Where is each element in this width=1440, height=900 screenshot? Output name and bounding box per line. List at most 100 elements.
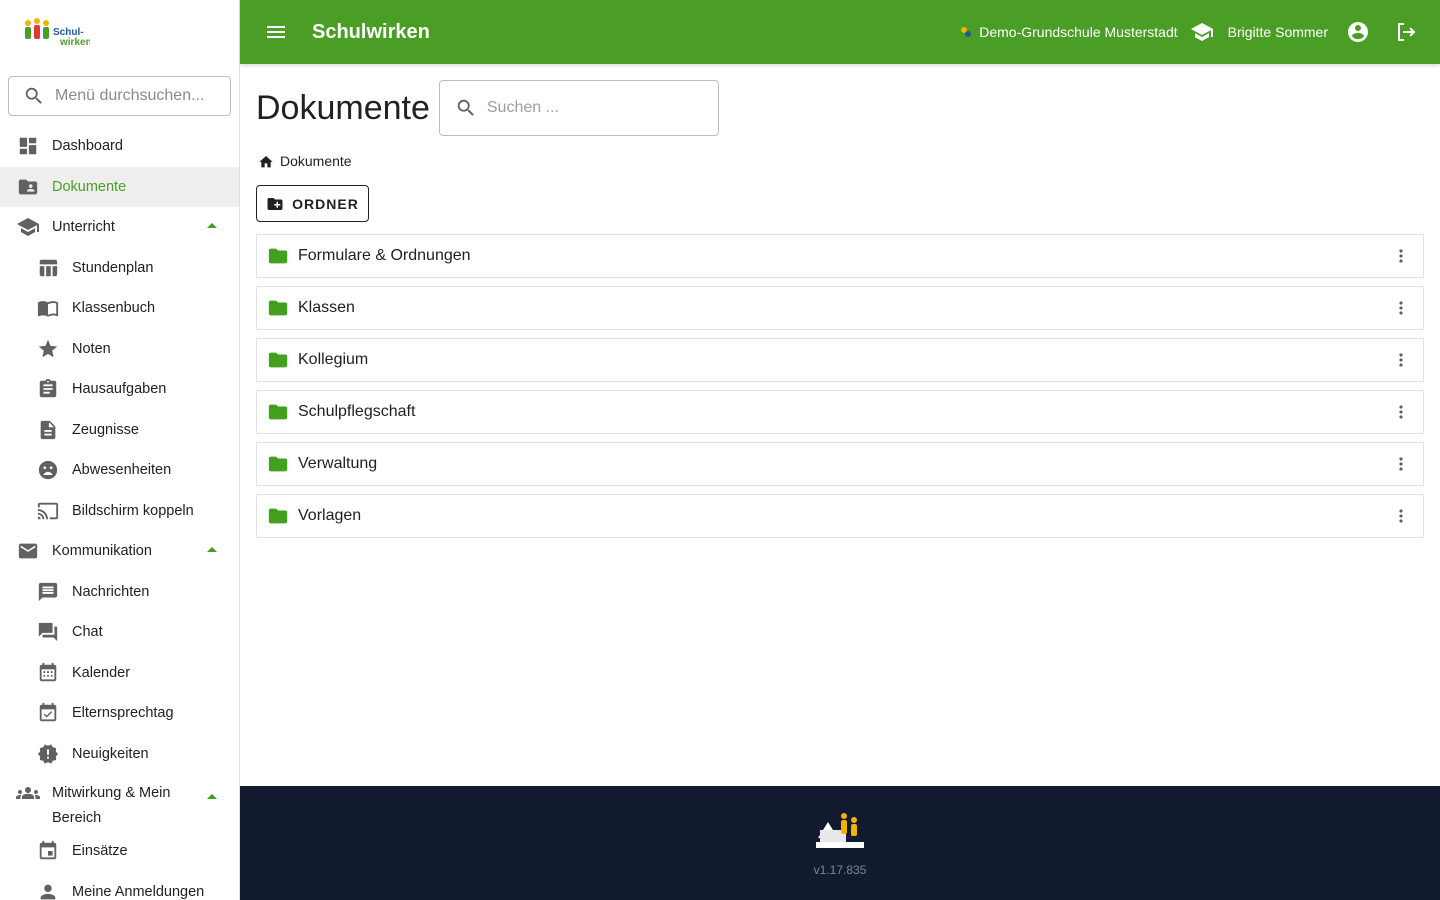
more-vert-icon[interactable] (1389, 400, 1413, 424)
nav-dokumente[interactable]: Dokumente (0, 166, 239, 207)
nav-kalender[interactable]: Kalender (0, 653, 239, 694)
nav-chat[interactable]: Chat (0, 612, 239, 653)
folder-item[interactable]: Verwaltung (256, 442, 1424, 486)
collapse-caret-icon[interactable] (207, 794, 217, 799)
nav-meine-anmeldungen[interactable]: Meine Anmeldungen (0, 872, 239, 900)
more-vert-icon[interactable] (1389, 504, 1413, 528)
logout-icon[interactable] (1394, 20, 1418, 44)
collapse-caret-icon[interactable] (207, 223, 217, 229)
folder-icon (267, 297, 289, 319)
message-icon (36, 580, 60, 604)
nav-hausaufgaben[interactable]: Hausaufgaben (0, 369, 239, 410)
nav-label: Einsätze (72, 843, 128, 860)
menu-icon[interactable] (264, 20, 288, 44)
nav-label: Abwesenheiten (72, 462, 172, 479)
nav-label: Unterricht (52, 219, 115, 236)
more-vert-icon[interactable] (1389, 452, 1413, 476)
folder-item[interactable]: Klassen (256, 286, 1424, 330)
forum-icon (36, 620, 60, 644)
nav-label: Klassenbuch (72, 300, 156, 317)
breadcrumb: Dokumente (258, 153, 352, 169)
new-releases-icon (36, 742, 60, 766)
dashboard-icon (16, 134, 40, 158)
folder-icon (267, 453, 289, 475)
nav-klassenbuch[interactable]: Klassenbuch (0, 288, 239, 329)
more-vert-icon[interactable] (1389, 348, 1413, 372)
folder-name: Kollegium (298, 351, 369, 368)
document-search-input[interactable] (486, 99, 707, 117)
folder-item[interactable]: Vorlagen (256, 494, 1424, 538)
event-available-icon (36, 701, 60, 725)
menu-search[interactable] (8, 76, 231, 116)
footer-logo (816, 813, 864, 848)
top-app-bar: Schulwirken Demo-Grundschule Musterstadt… (240, 0, 1440, 64)
document-search[interactable] (438, 80, 719, 136)
nav-label: Kommunikation (52, 543, 152, 560)
nav-abwesenheiten[interactable]: Abwesenheiten (0, 450, 239, 491)
main-content: Dokumente Dokumente ORDNER Formulare & O… (240, 64, 1440, 786)
search-icon (25, 87, 42, 104)
school-icon (16, 215, 40, 239)
calendar-icon (36, 661, 60, 685)
folder-item[interactable]: Schulpflegschaft (256, 390, 1424, 434)
menu-search-input[interactable] (55, 87, 225, 105)
book-icon (36, 296, 60, 320)
nav-stundenplan[interactable]: Stundenplan (0, 248, 239, 289)
more-vert-icon[interactable] (1389, 296, 1413, 320)
nav-zeugnisse[interactable]: Zeugnisse (0, 410, 239, 451)
nav-dashboard[interactable]: Dashboard (0, 126, 239, 167)
search-icon (457, 99, 474, 116)
school-logo-icon (961, 27, 972, 37)
nav-neuigkeiten[interactable]: Neuigkeiten (0, 734, 239, 775)
nav-nachrichten[interactable]: Nachrichten (0, 572, 239, 613)
create-folder-label: ORDNER (292, 195, 359, 212)
folder-item[interactable]: Formulare & Ordnungen (256, 234, 1424, 278)
school-icon[interactable] (1190, 20, 1214, 44)
nav-noten[interactable]: Noten (0, 329, 239, 370)
nav-label: Noten (72, 340, 111, 357)
event-icon (36, 839, 60, 863)
svg-text:wirken: wirken (59, 37, 90, 48)
page-header: Dokumente (256, 80, 719, 136)
breadcrumb-item[interactable]: Dokumente (280, 153, 352, 169)
create-new-folder-icon (266, 195, 284, 213)
nav-label: Neuigkeiten (72, 745, 149, 762)
nav-label: Nachrichten (72, 583, 150, 600)
nav-label: Mitwirkung & Mein Bereich (52, 785, 171, 826)
collapse-caret-icon[interactable] (207, 547, 217, 553)
cast-icon (36, 499, 60, 523)
nav-label: Elternsprechtag (72, 705, 174, 722)
nav-label: Bildschirm koppeln (72, 502, 194, 519)
folder-icon (267, 401, 289, 423)
folder-item[interactable]: Kollegium (256, 338, 1424, 382)
nav-einsaetze[interactable]: Einsätze (0, 831, 239, 872)
star-icon (36, 337, 60, 361)
nav-group-kommunikation[interactable]: Kommunikation (0, 531, 239, 572)
nav-bildschirm-koppeln[interactable]: Bildschirm koppeln (0, 491, 239, 532)
folder-list: Formulare & Ordnungen Klassen Kollegium … (256, 234, 1424, 546)
account-circle-icon[interactable] (1346, 20, 1370, 44)
nav-group-unterricht[interactable]: Unterricht (0, 207, 239, 248)
create-folder-button[interactable]: ORDNER (256, 185, 369, 222)
school-selector[interactable]: Demo-Grundschule Musterstadt (959, 24, 1178, 40)
nav-elternsprechtag[interactable]: Elternsprechtag (0, 693, 239, 734)
more-vert-icon[interactable] (1389, 244, 1413, 268)
sidebar: Schul- wirken Dashboard Dokumente Unterr… (0, 0, 240, 900)
header-actions: Demo-Grundschule Musterstadt Brigitte So… (959, 20, 1418, 44)
home-icon[interactable] (258, 153, 274, 169)
nav-label: Dashboard (52, 138, 123, 155)
folder-name: Formulare & Ordnungen (298, 247, 471, 264)
nav-group-mitwirkung[interactable]: Mitwirkung & Mein Bereich (0, 774, 239, 831)
nav-label: Meine Anmeldungen (72, 883, 205, 900)
nav-label: Hausaufgaben (72, 381, 167, 398)
user-name[interactable]: Brigitte Sommer (1228, 24, 1328, 40)
nav-label: Stundenplan (72, 259, 154, 276)
folder-name: Schulpflegschaft (298, 403, 416, 420)
page-title: Dokumente (256, 88, 430, 127)
schulwirken-logo[interactable]: Schul- wirken (0, 0, 239, 64)
app-title: Schulwirken (312, 20, 430, 43)
folder-name: Klassen (298, 299, 355, 316)
table-icon (36, 256, 60, 280)
sad-face-icon (36, 458, 60, 482)
app-version: v1.17.835 (813, 863, 867, 877)
